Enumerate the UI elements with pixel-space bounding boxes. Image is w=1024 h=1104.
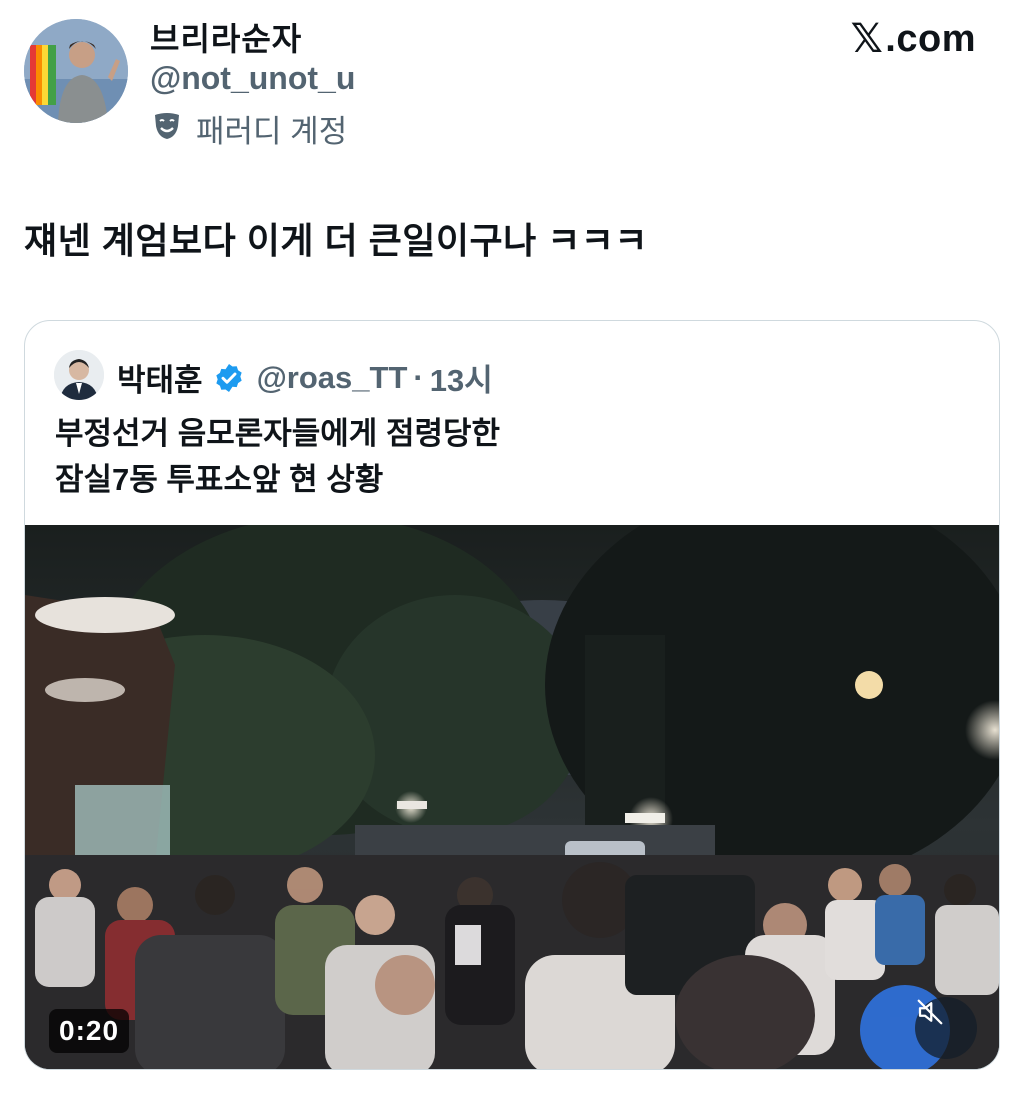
post-text: 쟤넨 계엄보다 이게 더 큰일이구나 ㅋㅋㅋ bbox=[24, 220, 649, 261]
quoted-author-name[interactable]: 박태훈 bbox=[117, 355, 203, 400]
video-player[interactable]: 0:20 bbox=[25, 525, 999, 1069]
author-display-name[interactable]: 브리라순자 bbox=[150, 14, 302, 60]
quoted-post-card[interactable]: 박태훈 @roas_TT · 13시 부정선거 음모론자들에게 점령당한 잠실7… bbox=[24, 320, 1000, 1070]
parody-mask-icon bbox=[152, 110, 182, 148]
video-duration-badge: 0:20 bbox=[49, 1009, 130, 1053]
parody-label-text: 패러디 계정 bbox=[196, 114, 348, 149]
quoted-text-line: 부정선거 음모론자들에게 점령당한 bbox=[55, 416, 501, 451]
video-frame bbox=[25, 525, 999, 1069]
author-handle[interactable]: @not_unot_u bbox=[150, 60, 355, 97]
verified-badge-icon bbox=[213, 362, 245, 394]
x-logo-icon: 𝕏 bbox=[850, 17, 884, 61]
quoted-author-avatar[interactable] bbox=[54, 350, 104, 400]
muted-speaker-icon[interactable] bbox=[915, 997, 977, 1059]
parody-account-label: 패러디 계정 bbox=[152, 106, 347, 151]
quoted-author-handle[interactable]: @roas_TT bbox=[257, 360, 408, 396]
author-avatar[interactable] bbox=[24, 19, 128, 123]
quoted-post-time[interactable]: 13시 bbox=[430, 355, 493, 400]
quoted-post-header: 박태훈 @roas_TT · 13시 bbox=[117, 355, 493, 400]
x-com-brand: 𝕏 .com bbox=[851, 16, 976, 62]
quoted-post-text: 부정선거 음모론자들에게 점령당한 잠실7동 투표소앞 현 상황 bbox=[55, 411, 500, 503]
quoted-separator: · bbox=[413, 359, 424, 395]
brand-suffix: .com bbox=[885, 17, 976, 60]
quoted-text-line: 잠실7동 투표소앞 현 상황 bbox=[55, 462, 384, 497]
